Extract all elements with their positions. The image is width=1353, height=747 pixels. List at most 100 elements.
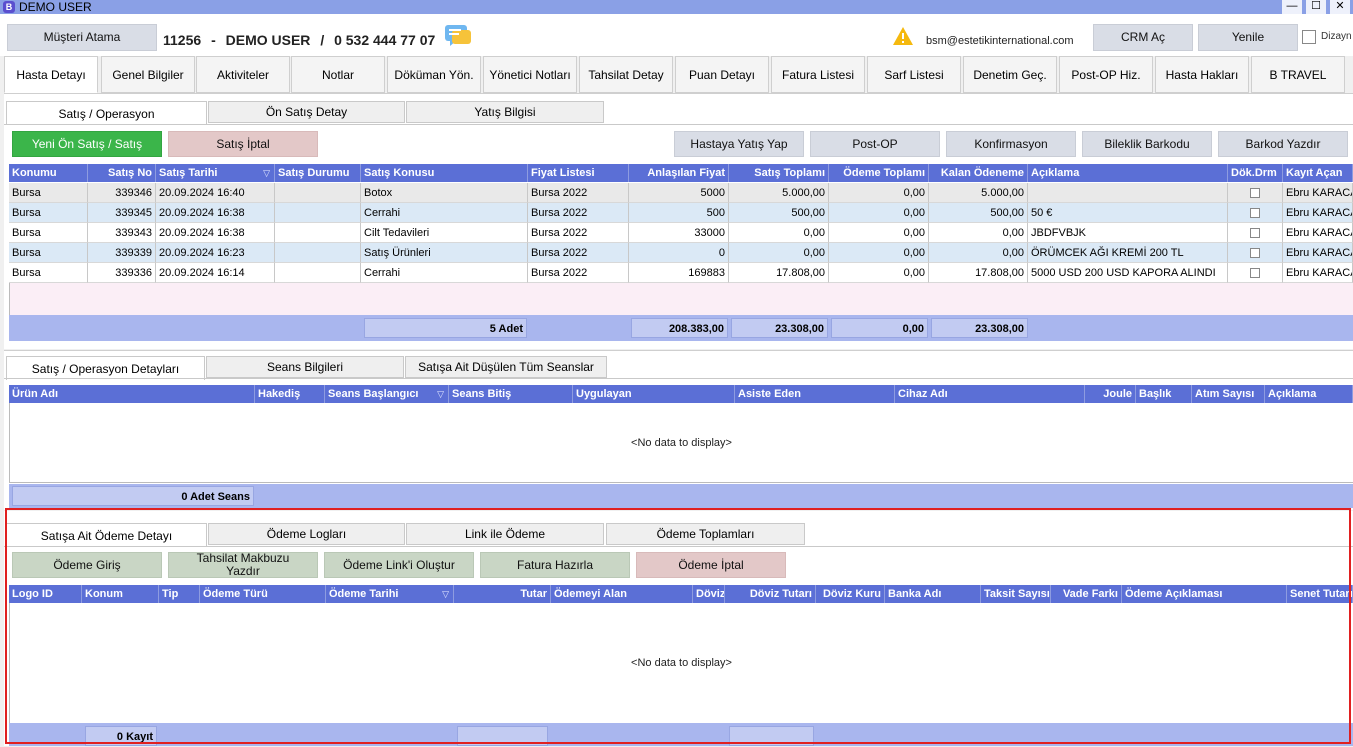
- column-tip[interactable]: Tip: [159, 585, 200, 603]
- column-logo-id[interactable]: Logo ID: [9, 585, 82, 603]
- column-odeme-turu[interactable]: Ödeme Türü: [200, 585, 326, 603]
- column-seans-baslang-c[interactable]: Seans Başlangıcı ▽: [325, 385, 449, 403]
- subtab-seans-bilgileri[interactable]: Seans Bilgileri: [206, 356, 404, 378]
- column-fiyat-listesi[interactable]: Fiyat Listesi: [528, 164, 629, 182]
- tab-sarf-listesi[interactable]: Sarf Listesi: [867, 56, 961, 93]
- subtab-on-sat-s-detay[interactable]: Ön Satış Detay: [208, 101, 405, 123]
- column-banka-ad[interactable]: Banka Adı: [885, 585, 981, 603]
- odeme-iptal-button[interactable]: Ödeme İptal: [636, 552, 786, 578]
- column-hakedis[interactable]: Hakediş: [255, 385, 325, 403]
- customer-assign-button[interactable]: Müşteri Atama: [7, 24, 157, 51]
- fatura-haz-rla-button[interactable]: Fatura Hazırla: [480, 552, 630, 578]
- column-joule[interactable]: Joule: [1085, 385, 1136, 403]
- column-sat-s-durumu[interactable]: Satış Durumu: [275, 164, 361, 182]
- row-checkbox[interactable]: [1250, 208, 1260, 218]
- column-kalan-odeneme[interactable]: Kalan Ödeneme: [929, 164, 1028, 182]
- tab-genel-bilgiler[interactable]: Genel Bilgiler: [101, 56, 195, 93]
- row-checkbox[interactable]: [1250, 188, 1260, 198]
- row-checkbox[interactable]: [1250, 268, 1260, 278]
- tab-notlar[interactable]: Notlar: [291, 56, 385, 93]
- column-sat-s-konusu[interactable]: Satış Konusu: [361, 164, 528, 182]
- column-doviz-tutar[interactable]: Döviz Tutarı: [725, 585, 816, 603]
- column-cihaz-ad[interactable]: Cihaz Adı: [895, 385, 1085, 403]
- column-asiste-eden[interactable]: Asiste Eden: [735, 385, 895, 403]
- table-row[interactable]: Bursa 339336 20.09.2024 16:14 Cerrahi Bursa …: [9, 263, 1353, 283]
- sort-arrow-icon[interactable]: ▽: [442, 585, 449, 603]
- table-row[interactable]: Bursa 339346 20.09.2024 16:40 Botox Bursa 20…: [9, 183, 1353, 203]
- sort-arrow-icon[interactable]: ▽: [437, 385, 444, 403]
- column-konum[interactable]: Konum: [82, 585, 159, 603]
- table-row[interactable]: Bursa 339345 20.09.2024 16:38 Cerrahi Bursa …: [9, 203, 1353, 223]
- column-at-m-say-s[interactable]: Atım Sayısı: [1192, 385, 1265, 403]
- subtab-sat-sa-ait-odeme-detay[interactable]: Satışa Ait Ödeme Detayı: [6, 523, 207, 547]
- column-uygulayan[interactable]: Uygulayan: [573, 385, 735, 403]
- row-checkbox[interactable]: [1250, 228, 1260, 238]
- column-odeme-ac-klamas[interactable]: Ödeme Açıklaması: [1122, 585, 1287, 603]
- subtab-odeme-loglar[interactable]: Ödeme Logları: [208, 523, 405, 545]
- column-sat-s-toplam[interactable]: Satış Toplamı: [729, 164, 829, 182]
- minimize-button[interactable]: —: [1282, 0, 1302, 14]
- column-dok-drm[interactable]: Dök.Drm: [1228, 164, 1283, 182]
- tab-hasta-haklar[interactable]: Hasta Hakları: [1155, 56, 1249, 93]
- column-doviz[interactable]: Döviz: [693, 585, 725, 603]
- tab-yonetici-notlar[interactable]: Yönetici Notları: [483, 56, 577, 93]
- column-doviz-kuru[interactable]: Döviz Kuru: [816, 585, 885, 603]
- column-odeme-tarihi[interactable]: Ödeme Tarihi ▽: [326, 585, 454, 603]
- column-konumu[interactable]: Konumu: [9, 164, 88, 182]
- sat-s-iptal-button[interactable]: Satış İptal: [168, 131, 318, 157]
- tahsilat-makbuzu-yazd-r-button[interactable]: Tahsilat Makbuzu Yazdır: [168, 552, 318, 578]
- tab-dokuman-yon[interactable]: Döküman Yön.: [387, 56, 481, 93]
- subtab-link-ile-odeme[interactable]: Link ile Ödeme: [406, 523, 604, 545]
- column-kay-t-acan[interactable]: Kayıt Açan: [1283, 164, 1353, 182]
- column-tutar[interactable]: Tutar: [454, 585, 551, 603]
- subtab-sat-s-operasyon[interactable]: Satış / Operasyon: [6, 101, 207, 125]
- design-label: Dizayn: [1321, 31, 1352, 42]
- hastaya-yat-s-yap-button[interactable]: Hastaya Yatış Yap: [674, 131, 804, 157]
- warning-icon[interactable]: [892, 26, 914, 46]
- table-cell: 339343: [88, 223, 156, 243]
- barkod-yazd-r-button[interactable]: Barkod Yazdır: [1218, 131, 1348, 157]
- bileklik-barkodu-button[interactable]: Bileklik Barkodu: [1082, 131, 1212, 157]
- maximize-button[interactable]: ☐: [1306, 0, 1326, 14]
- column-odeme-toplam[interactable]: Ödeme Toplamı: [829, 164, 929, 182]
- column-urun-ad[interactable]: Ürün Adı: [9, 385, 255, 403]
- tab-post-op-hiz[interactable]: Post-OP Hiz.: [1059, 56, 1153, 93]
- message-icon[interactable]: [444, 24, 472, 50]
- subtab-sat-sa-ait-dusulen-tum-seanslar[interactable]: Satışa Ait Düşülen Tüm Seanslar: [405, 356, 607, 378]
- column-anlas-lan-fiyat[interactable]: Anlaşılan Fiyat: [629, 164, 729, 182]
- tab-fatura-listesi[interactable]: Fatura Listesi: [771, 56, 865, 93]
- refresh-button[interactable]: Yenile: [1198, 24, 1298, 51]
- post-op-button[interactable]: Post-OP: [810, 131, 940, 157]
- tab-hasta-detay[interactable]: Hasta Detayı: [4, 56, 98, 93]
- table-row[interactable]: Bursa 339343 20.09.2024 16:38 Cilt Tedavile…: [9, 223, 1353, 243]
- tab-tahsilat-detay[interactable]: Tahsilat Detay: [579, 56, 673, 93]
- odeme-link-i-olustur-button[interactable]: Ödeme Link'i Oluştur: [324, 552, 474, 578]
- tab-b-travel[interactable]: B TRAVEL: [1251, 56, 1345, 93]
- column-taksit-say-s[interactable]: Taksit Sayısı: [981, 585, 1051, 603]
- table-row[interactable]: Bursa 339339 20.09.2024 16:23 Satış Ürünler…: [9, 243, 1353, 263]
- konfirmasyon-button[interactable]: Konfirmasyon: [946, 131, 1076, 157]
- row-checkbox[interactable]: [1250, 248, 1260, 258]
- subtab-odeme-toplamlar[interactable]: Ödeme Toplamları: [606, 523, 805, 545]
- tab-denetim-gec[interactable]: Denetim Geç.: [963, 56, 1057, 93]
- column-sat-s-tarihi[interactable]: Satış Tarihi ▽: [156, 164, 275, 182]
- table-cell: Bursa: [9, 183, 88, 203]
- column-ac-klama[interactable]: Açıklama: [1028, 164, 1228, 182]
- odeme-giris-button[interactable]: Ödeme Giriş: [12, 552, 162, 578]
- tab-puan-detay[interactable]: Puan Detayı: [675, 56, 769, 93]
- design-checkbox[interactable]: [1302, 30, 1316, 44]
- subtab-sat-s-operasyon-detaylar[interactable]: Satış / Operasyon Detayları: [6, 356, 205, 380]
- sort-arrow-icon[interactable]: ▽: [263, 164, 270, 182]
- crm-open-button[interactable]: CRM Aç: [1093, 24, 1193, 51]
- column-basl-k[interactable]: Başlık: [1136, 385, 1192, 403]
- yeni-on-sat-s-sat-s-button[interactable]: Yeni Ön Satış / Satış: [12, 131, 162, 157]
- close-button[interactable]: ✕: [1330, 0, 1350, 14]
- column-ac-klama[interactable]: Açıklama: [1265, 385, 1353, 403]
- subtab-yat-s-bilgisi[interactable]: Yatış Bilgisi: [406, 101, 604, 123]
- column-vade-fark[interactable]: Vade Farkı: [1051, 585, 1122, 603]
- column-odemeyi-alan[interactable]: Ödemeyi Alan: [551, 585, 693, 603]
- column-seans-bitis[interactable]: Seans Bitiş: [449, 385, 573, 403]
- tab-aktiviteler[interactable]: Aktiviteler: [196, 56, 290, 93]
- column-senet-tutar[interactable]: Senet Tutarı: [1287, 585, 1353, 603]
- column-sat-s-no[interactable]: Satış No: [88, 164, 156, 182]
